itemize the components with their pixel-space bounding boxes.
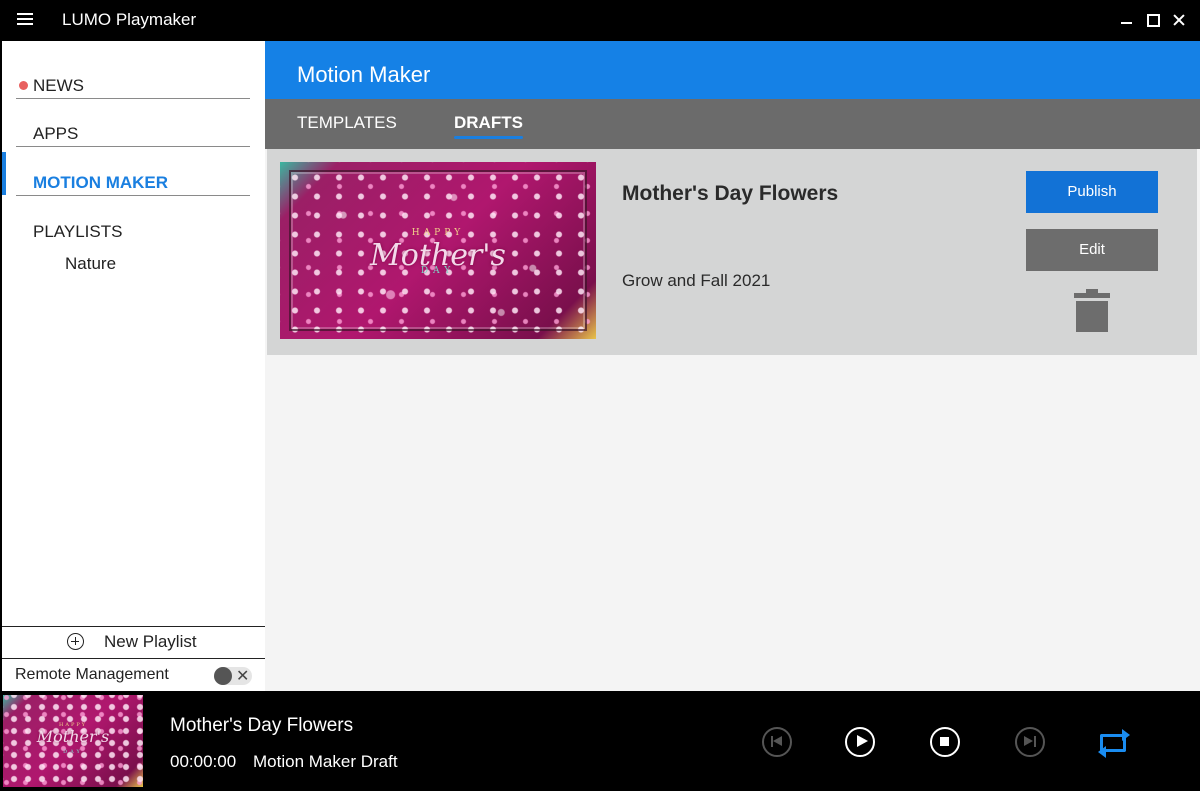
title-bar: LUMO Playmaker bbox=[0, 0, 1200, 40]
now-playing-thumbnail[interactable]: HAPPY Mother's DAY bbox=[3, 695, 143, 787]
playlist-item-nature[interactable]: Nature bbox=[65, 254, 116, 274]
page-header: Motion Maker bbox=[265, 41, 1200, 99]
sidebar-item-motion-maker[interactable]: MOTION MAKER bbox=[16, 148, 250, 196]
player-bar: HAPPY Mother's DAY Mother's Day Flowers … bbox=[0, 691, 1200, 791]
tab-bar: TEMPLATES DRAFTS bbox=[265, 99, 1200, 149]
active-indicator bbox=[2, 152, 6, 195]
remote-management-label: Remote Management bbox=[15, 666, 169, 683]
thumbnail-text-day: DAY bbox=[63, 749, 83, 755]
toggle-knob bbox=[214, 667, 232, 685]
playback-time: 00:00:00 bbox=[170, 752, 237, 771]
app-title: LUMO Playmaker bbox=[62, 10, 197, 29]
maximize-icon[interactable] bbox=[1142, 9, 1164, 31]
add-circle-icon bbox=[67, 633, 84, 650]
toggle-off-icon: ✕ bbox=[236, 668, 250, 685]
sidebar-item-label: PLAYLISTS bbox=[33, 222, 123, 241]
repeat-icon[interactable] bbox=[1098, 728, 1130, 758]
hamburger-icon[interactable] bbox=[17, 13, 33, 25]
remote-management-row: Remote Management ✕ bbox=[2, 658, 265, 691]
thumbnail-text-day: DAY bbox=[420, 266, 456, 276]
minimize-icon[interactable] bbox=[1116, 9, 1138, 31]
active-tab-indicator bbox=[454, 136, 523, 139]
tab-drafts[interactable]: DRAFTS bbox=[454, 113, 523, 133]
skip-previous-icon[interactable] bbox=[762, 727, 792, 757]
stop-icon[interactable] bbox=[930, 727, 960, 757]
draft-card: HAPPY Mother's DAY Mother's Day Flowers … bbox=[267, 149, 1197, 355]
sidebar-item-news[interactable]: NEWS bbox=[16, 51, 250, 99]
publish-button[interactable]: Publish bbox=[1026, 171, 1158, 213]
sidebar-item-playlists[interactable]: PLAYLISTS bbox=[16, 197, 250, 245]
thumbnail-text-mother: Mother's bbox=[36, 727, 110, 746]
page-title: Motion Maker bbox=[297, 62, 431, 87]
sidebar-item-label: MOTION MAKER bbox=[33, 173, 169, 192]
new-playlist-button[interactable]: New Playlist bbox=[2, 626, 265, 658]
now-playing-title: Mother's Day Flowers bbox=[170, 715, 354, 736]
tab-templates[interactable]: TEMPLATES bbox=[297, 113, 397, 133]
trash-icon[interactable] bbox=[1074, 289, 1110, 333]
remote-management-toggle[interactable]: ✕ bbox=[214, 667, 252, 685]
sidebar-item-apps[interactable]: APPS bbox=[16, 99, 250, 147]
play-icon[interactable] bbox=[845, 727, 875, 757]
notification-dot-icon bbox=[19, 81, 28, 90]
new-playlist-label: New Playlist bbox=[104, 632, 197, 651]
skip-next-icon[interactable] bbox=[1015, 727, 1045, 757]
close-icon[interactable] bbox=[1168, 9, 1190, 31]
draft-thumbnail[interactable]: HAPPY Mother's DAY bbox=[280, 162, 596, 339]
sidebar-item-label: NEWS bbox=[33, 76, 84, 95]
draft-subtitle: Grow and Fall 2021 bbox=[622, 271, 771, 290]
sidebar: NEWS APPS MOTION MAKER PLAYLISTS Nature … bbox=[2, 41, 265, 691]
playback-source: Motion Maker Draft bbox=[253, 752, 398, 771]
main-panel: Motion Maker TEMPLATES DRAFTS HAPPY Moth… bbox=[265, 41, 1200, 691]
edit-button[interactable]: Edit bbox=[1026, 229, 1158, 271]
draft-title: Mother's Day Flowers bbox=[622, 182, 839, 205]
sidebar-item-label: APPS bbox=[33, 124, 79, 143]
thumbnail-text-happy: HAPPY bbox=[411, 228, 465, 238]
